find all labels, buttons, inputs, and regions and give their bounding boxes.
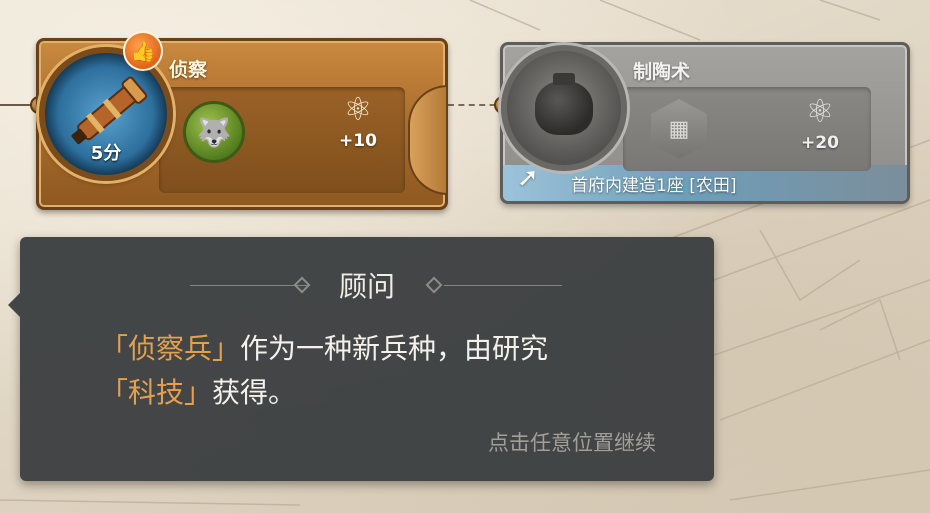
message-text: 获得。 bbox=[212, 376, 297, 409]
research-time: 5分 bbox=[90, 143, 122, 164]
dialog-title: 顾问 bbox=[338, 270, 395, 303]
research-reward: ⚛ +10 bbox=[323, 93, 393, 151]
atom-icon: ⚛ bbox=[343, 90, 373, 128]
tech-portrait bbox=[501, 45, 627, 171]
keyword-highlight: 「科技」 bbox=[100, 376, 213, 409]
atom-icon: ⚛ bbox=[805, 92, 835, 130]
message-line-2: 「科技」获得。 bbox=[100, 371, 674, 415]
advisor-dialog[interactable]: 顾问 「侦察兵」作为一种新兵种，由研究 「科技」获得。 点击任意位置继续 bbox=[8, 237, 714, 481]
research-reward: ⚛ +20 bbox=[785, 95, 855, 153]
title-rule-right bbox=[444, 285, 562, 286]
thumbs-up-icon: 👍 bbox=[123, 31, 163, 71]
reward-value: +10 bbox=[339, 131, 377, 151]
tech-title: 制陶术 bbox=[633, 61, 691, 83]
pottery-jar-icon bbox=[535, 73, 593, 135]
continue-hint: 点击任意位置继续 bbox=[488, 431, 656, 455]
card-endcap bbox=[408, 85, 448, 195]
tech-title: 侦察 bbox=[169, 59, 208, 81]
arrow-icon: ➚ bbox=[517, 163, 539, 193]
keyword-highlight: 「侦察兵」 bbox=[100, 332, 241, 365]
tech-card-scouting[interactable]: 侦察 5分 👍 🐺 ⚛ +10 bbox=[36, 31, 448, 210]
tech-card-pottery[interactable]: 制陶术 ▦ ⚛ +20 ➚ 首府内建造1座 [农田] bbox=[500, 42, 910, 204]
requirement-text[interactable]: 首府内建造1座 [农田] bbox=[571, 171, 736, 196]
reward-value: +20 bbox=[801, 133, 839, 153]
message-text: 作为一种新兵种，由研究 bbox=[240, 332, 549, 365]
wolf-icon: 🐺 bbox=[183, 101, 245, 163]
message-line-1: 「侦察兵」作为一种新兵种，由研究 bbox=[100, 327, 674, 371]
dialog-message: 「侦察兵」作为一种新兵种，由研究 「科技」获得。 bbox=[100, 327, 674, 415]
